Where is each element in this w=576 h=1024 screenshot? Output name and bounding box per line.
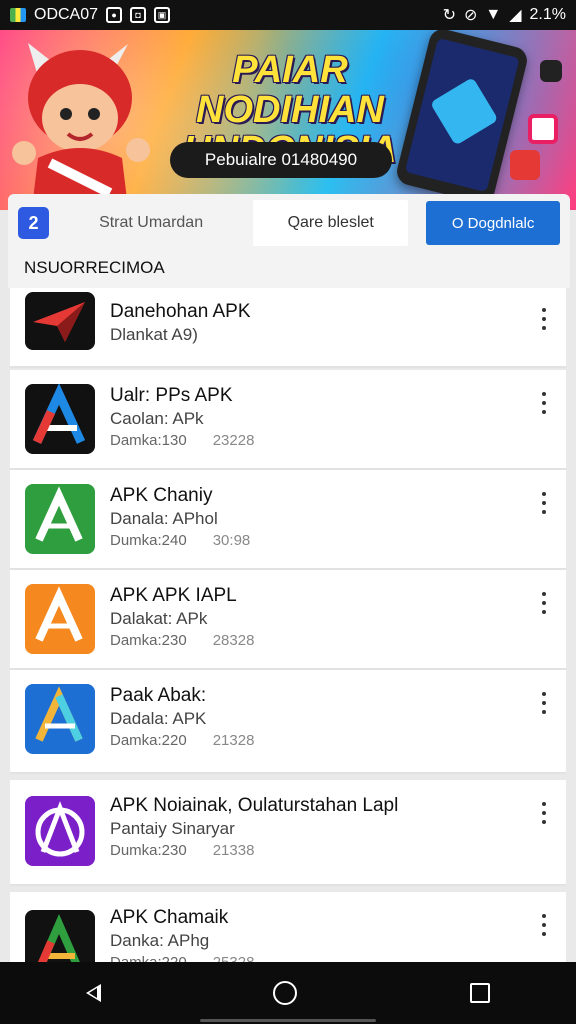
download-count: Damka:220	[110, 732, 187, 749]
download-count: Dumka:230	[110, 842, 187, 859]
app-meta: Dumka:230 21338	[110, 840, 398, 862]
app-number: 30:98	[212, 532, 251, 549]
promo-banner[interactable]: PAIAR NODIHIAN UNDONISIA Pebuialre 01480…	[0, 30, 576, 210]
signal-icon: ◢	[509, 7, 522, 24]
status-right: ↻ ⊘ ▼ ◢ 2.1%	[443, 5, 566, 25]
recent-apps-icon[interactable]	[469, 983, 490, 1003]
mascot-illustration	[12, 43, 150, 208]
app-meta: Damka:220 21328	[110, 730, 254, 752]
app-texts: APK APK IAPL Dalakat: APk Damka:230 28328	[110, 584, 254, 652]
app-icon	[25, 684, 95, 754]
app-name: Ualr: PPs APK	[110, 385, 233, 406]
more-options-icon[interactable]	[540, 392, 548, 414]
app-logo-illustration	[429, 77, 499, 146]
app-list: Danehohan APK Dlаnkat A9) Ualr: PPs APK …	[10, 288, 566, 982]
app-name: APK APK IAPL	[110, 585, 237, 606]
back-icon[interactable]	[86, 984, 102, 1002]
app-texts: APK Noiainak, Oulaturstahan Lapl Pantaiy…	[110, 794, 398, 862]
camera-notification-icon: ◘	[130, 7, 147, 23]
app-subtitle: Caolan: APk	[110, 409, 204, 428]
app-notification-icon	[10, 8, 26, 22]
app-subtitle: Danala: APhol	[110, 509, 218, 528]
notification-icon: ●	[106, 7, 123, 23]
app-name: APK Noiainak, Oulaturstahan Lapl	[110, 795, 399, 816]
dnd-icon: ⊘	[463, 7, 478, 24]
app-texts: Ualr: PPs APK Caolan: APk Damka:130 23228	[110, 384, 254, 452]
banner-title-line1: PAIAR NODIHIAN	[196, 49, 384, 131]
wifi-icon: ▼	[485, 6, 502, 23]
app-meta: Dumka:240 30:98	[110, 530, 250, 552]
banner-phone-pill[interactable]: Pebuialre 01480490	[170, 142, 392, 178]
sync-icon: ↻	[442, 7, 456, 24]
download-button[interactable]: O Dogdnlalc	[426, 201, 560, 245]
app-subtitle: Dalakat: APk	[110, 609, 208, 628]
app-name: Paak Abak:	[110, 685, 207, 706]
list-item[interactable]: APK APK IAPL Dalakat: APk Damka:230 28328	[10, 570, 566, 670]
app-number: 28328	[212, 632, 255, 649]
section-title: NSUORRECIMOA	[8, 252, 570, 288]
app-icon	[25, 292, 95, 350]
home-icon[interactable]	[273, 981, 298, 1005]
download-count: Damka:230	[110, 632, 187, 649]
app-icon	[25, 384, 95, 454]
list-item[interactable]: APK Chaniy Danala: APhol Dumka:240 30:98	[10, 470, 566, 570]
more-options-icon[interactable]	[540, 492, 548, 514]
app-chip-icon	[528, 114, 558, 144]
more-options-icon[interactable]	[540, 914, 548, 936]
tab-search[interactable]: Qare bleslet	[253, 200, 409, 246]
image-notification-icon: ▣	[154, 7, 171, 23]
app-subtitle: Danka: APhg	[110, 931, 210, 950]
carrier-text: ODCA07	[34, 6, 99, 23]
more-options-icon[interactable]	[540, 802, 548, 824]
download-count: Damka:130	[110, 432, 187, 449]
battery-text: 2.1%	[529, 6, 566, 23]
app-icon	[25, 584, 95, 654]
app-texts: APK Chaniy Danala: APhol Dumka:240 30:98	[110, 484, 250, 552]
list-item[interactable]: APK Noiainak, Oulaturstahan Lapl Pantaiy…	[10, 780, 566, 886]
tab-start[interactable]: Strat Umardan	[59, 214, 243, 232]
app-subtitle: Dlаnkat A9)	[110, 325, 198, 344]
system-nav-bar	[0, 962, 576, 1024]
app-number: 21328	[212, 732, 255, 749]
gesture-pill	[200, 1019, 376, 1022]
more-options-icon[interactable]	[540, 308, 548, 330]
app-icon	[25, 796, 95, 866]
more-options-icon[interactable]	[540, 592, 548, 614]
app-chip-icon	[510, 150, 540, 180]
list-item[interactable]: Ualr: PPs APK Caolan: APk Damka:130 23228	[10, 370, 566, 470]
app-name: APK Chamaik	[110, 907, 229, 928]
app-number: 21338	[212, 842, 255, 859]
app-subtitle: Pantaiy Sinaryar	[110, 819, 235, 838]
app-chip-icon	[540, 60, 562, 82]
app-meta: Damka:230 28328	[110, 630, 254, 652]
app-texts: Danehohan APK Dlаnkat A9)	[110, 300, 251, 346]
top-toolbar: 2 Strat Umardan Qare bleslet O Dogdnlalc	[8, 194, 570, 252]
list-item[interactable]: Danehohan APK Dlаnkat A9)	[10, 288, 566, 368]
app-icon	[25, 484, 95, 554]
app-name: APK Chaniy	[110, 485, 213, 506]
app-meta: Damka:130 23228	[110, 430, 254, 452]
status-bar: ODCA07 ● ◘ ▣ ↻ ⊘ ▼ ◢ 2.1%	[0, 0, 576, 30]
more-options-icon[interactable]	[540, 692, 548, 714]
app-name: Danehohan APK	[110, 301, 251, 322]
download-count: Dumka:240	[110, 532, 187, 549]
app-texts: Paak Abak: Dadala: APK Damka:220 21328	[110, 684, 254, 752]
app-number: 23228	[212, 432, 255, 449]
list-item[interactable]: Paak Abak: Dadala: APK Damka:220 21328	[10, 670, 566, 774]
status-left: ODCA07 ● ◘ ▣	[10, 6, 171, 24]
app-logo-icon[interactable]: 2	[18, 207, 50, 239]
app-subtitle: Dadala: APK	[110, 709, 207, 728]
